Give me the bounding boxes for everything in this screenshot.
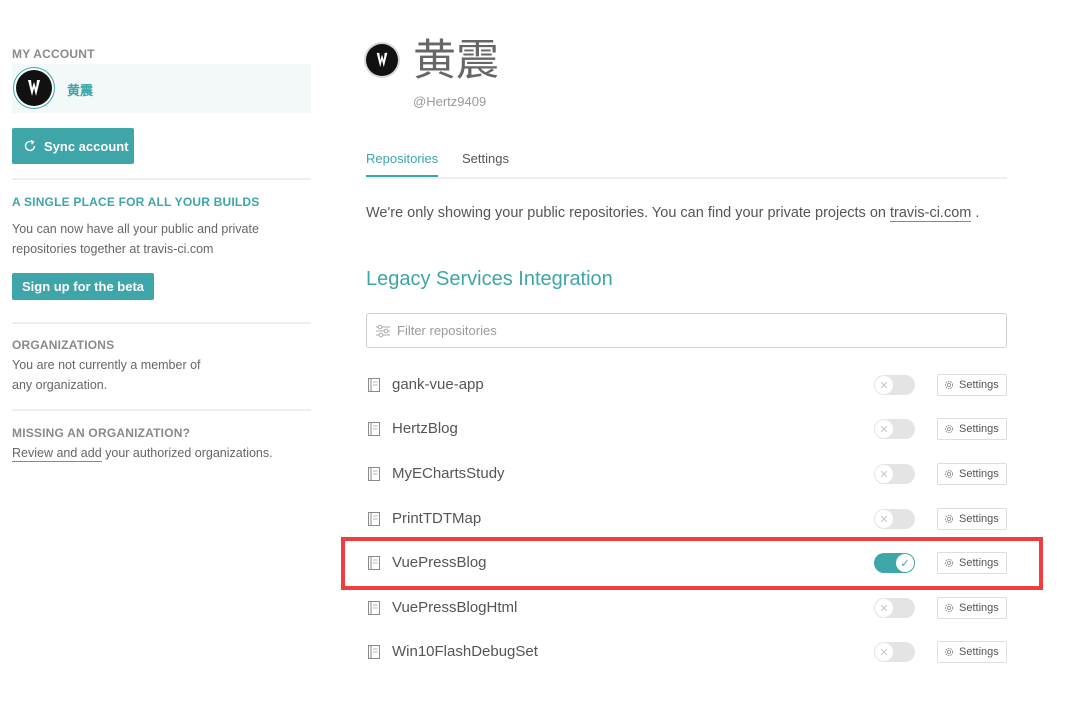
- gear-icon: [944, 380, 954, 390]
- repository-row: MyEChartsStudy ✕ Settings: [366, 459, 1007, 489]
- gear-icon: [944, 469, 954, 479]
- sign-up-beta-button[interactable]: Sign up for the beta: [12, 273, 154, 300]
- travis-ci-com-link[interactable]: travis-ci.com: [889, 205, 972, 222]
- missing-org-text: Review and add your authorized organizat…: [12, 443, 273, 463]
- gear-icon: [944, 514, 954, 524]
- avatar-logo-icon: [28, 80, 40, 96]
- close-icon: ✕: [875, 376, 893, 394]
- highlight-box: [341, 537, 1043, 590]
- repository-book-icon: [368, 467, 380, 481]
- missing-org-suffix: your authorized organizations.: [101, 446, 273, 460]
- repository-book-icon: [368, 512, 380, 526]
- repository-name[interactable]: gank-vue-app: [392, 376, 484, 393]
- profile-handle: @Hertz9409: [413, 94, 487, 109]
- repository-name[interactable]: VuePressBlogHtml: [392, 599, 517, 616]
- missing-org-heading: MISSING AN ORGANIZATION?: [12, 426, 191, 440]
- org-text-line2: any organization.: [12, 378, 108, 392]
- repository-settings-button[interactable]: Settings: [937, 508, 1007, 530]
- repository-book-icon: [368, 422, 380, 436]
- repository-name[interactable]: Win10FlashDebugSet: [392, 643, 538, 660]
- settings-label: Settings: [959, 646, 999, 658]
- repository-name[interactable]: MyEChartsStudy: [392, 465, 505, 482]
- sync-account-button[interactable]: Sync account: [12, 128, 134, 164]
- gear-icon: [944, 603, 954, 613]
- repository-book-icon: [368, 378, 380, 392]
- tab-settings[interactable]: Settings: [462, 151, 509, 175]
- divider: [12, 322, 311, 324]
- public-repos-notice: We're only showing your public repositor…: [366, 205, 980, 222]
- repository-name[interactable]: HertzBlog: [392, 420, 458, 437]
- notice-text: We're only showing your public repositor…: [366, 205, 890, 221]
- repository-settings-button[interactable]: Settings: [937, 463, 1007, 485]
- repository-row: Win10FlashDebugSet ✕ Settings: [366, 637, 1007, 667]
- beta-text-line1: You can now have all your public and pri…: [12, 222, 259, 236]
- repository-settings-button[interactable]: Settings: [937, 374, 1007, 396]
- settings-label: Settings: [959, 602, 999, 614]
- close-icon: ✕: [875, 465, 893, 483]
- filter-placeholder: Filter repositories: [397, 323, 497, 338]
- settings-label: Settings: [959, 513, 999, 525]
- repository-toggle[interactable]: ✕: [874, 642, 915, 662]
- settings-label: Settings: [959, 379, 999, 391]
- repository-toggle[interactable]: ✕: [874, 375, 915, 395]
- avatar: [16, 70, 52, 106]
- close-icon: ✕: [875, 643, 893, 661]
- settings-label: Settings: [959, 468, 999, 480]
- tab-bar: Repositories Settings: [366, 150, 1007, 179]
- divider: [12, 178, 311, 180]
- avatar-logo-icon: [376, 52, 388, 68]
- organizations-heading: ORGANIZATIONS: [12, 338, 115, 352]
- filter-sliders-icon: [376, 324, 390, 337]
- repository-book-icon: [368, 601, 380, 615]
- review-and-add-link[interactable]: Review and add: [12, 446, 102, 462]
- repository-settings-button[interactable]: Settings: [937, 597, 1007, 619]
- sync-account-label: Sync account: [44, 138, 129, 154]
- settings-label: Settings: [959, 423, 999, 435]
- tab-repositories[interactable]: Repositories: [366, 151, 439, 177]
- repository-toggle[interactable]: ✕: [874, 509, 915, 529]
- repository-row: VuePressBlogHtml ✕ Settings: [366, 593, 1007, 623]
- my-account-heading: MY ACCOUNT: [12, 47, 95, 61]
- repository-book-icon: [368, 645, 380, 659]
- org-text-line1: You are not currently a member of: [12, 358, 201, 372]
- close-icon: ✕: [875, 510, 893, 528]
- repository-name[interactable]: PrintTDTMap: [392, 510, 481, 527]
- close-icon: ✕: [875, 599, 893, 617]
- legacy-services-title: Legacy Services Integration: [366, 268, 613, 290]
- beta-text-line2: repositories together at travis-ci.com: [12, 242, 214, 256]
- gear-icon: [944, 647, 954, 657]
- repository-settings-button[interactable]: Settings: [937, 418, 1007, 440]
- account-name[interactable]: 黄震: [67, 80, 93, 99]
- notice-suffix: .: [971, 205, 980, 221]
- repository-settings-button[interactable]: Settings: [937, 641, 1007, 663]
- repository-toggle[interactable]: ✕: [874, 598, 915, 618]
- divider: [12, 409, 311, 411]
- refresh-icon: [24, 139, 36, 152]
- account-card[interactable]: 黄震: [12, 64, 311, 113]
- close-icon: ✕: [875, 420, 893, 438]
- gear-icon: [944, 424, 954, 434]
- beta-heading: A SINGLE PLACE FOR ALL YOUR BUILDS: [12, 195, 260, 209]
- profile-name: 黄震: [413, 37, 499, 85]
- repository-row: gank-vue-app ✕ Settings: [366, 370, 1007, 400]
- repository-row: PrintTDTMap ✕ Settings: [366, 504, 1007, 534]
- profile-avatar: [366, 44, 398, 76]
- repository-toggle[interactable]: ✕: [874, 464, 915, 484]
- filter-repositories-input[interactable]: Filter repositories: [366, 313, 1007, 348]
- repository-toggle[interactable]: ✕: [874, 419, 915, 439]
- repository-row: HertzBlog ✕ Settings: [366, 414, 1007, 444]
